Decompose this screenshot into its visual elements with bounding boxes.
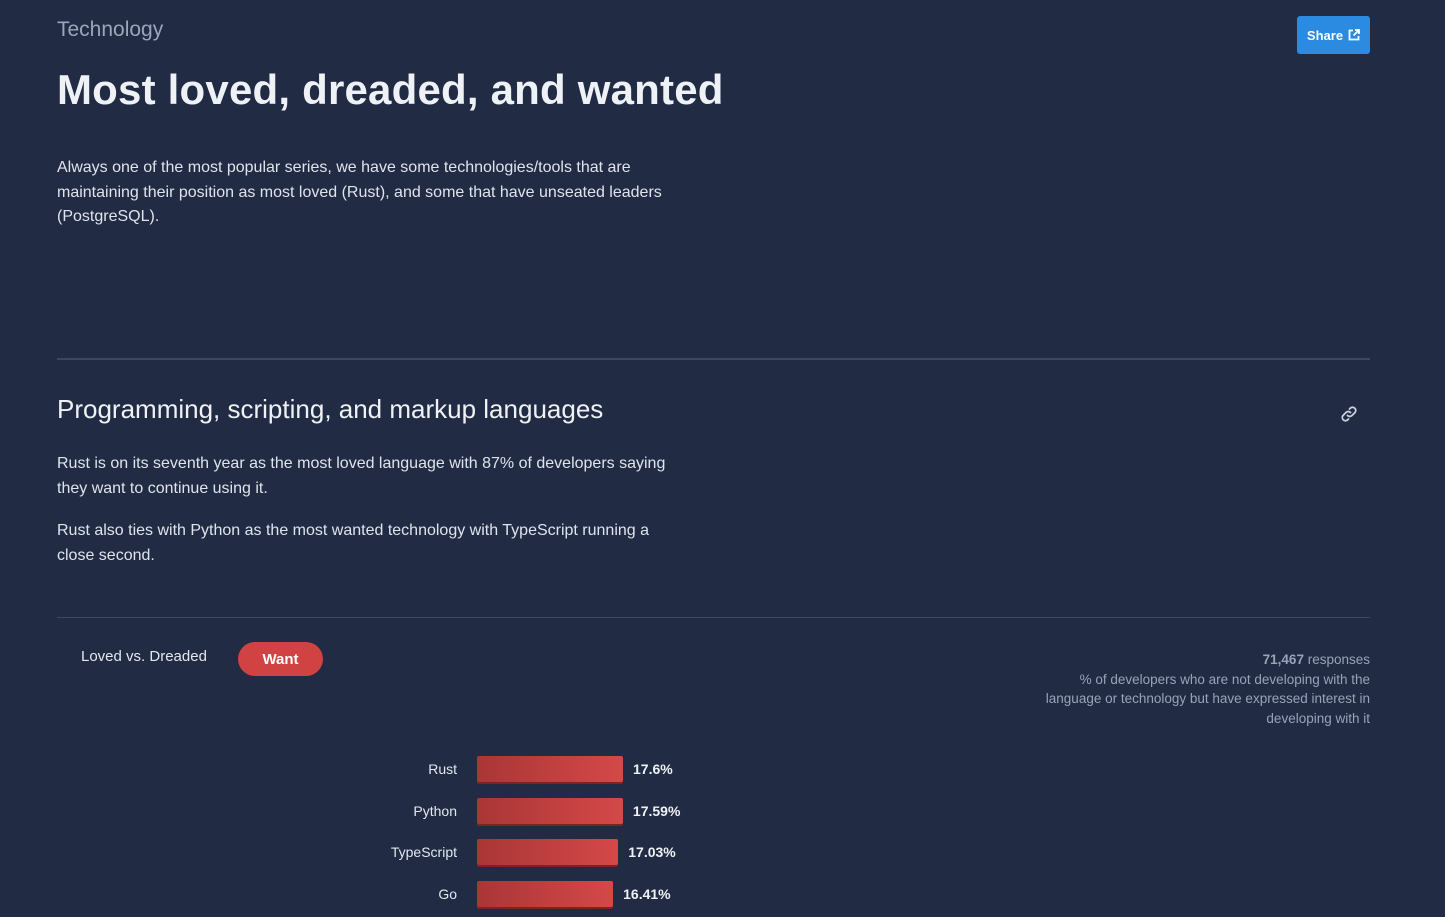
chart-category-label: Python	[413, 802, 457, 819]
chart-row: Go 16.41%	[0, 881, 800, 909]
intro-paragraph: Always one of the most popular series, w…	[57, 159, 662, 225]
chart-value-label: 16.41%	[623, 886, 671, 903]
survey-page: Technology Share Most loved, dreaded, an…	[0, 0, 1445, 917]
page-title: Most loved, dreaded, and wanted	[57, 66, 724, 113]
chart-description: % of developers who are not developing w…	[1045, 671, 1370, 726]
tab-loved-vs-dreaded[interactable]: Loved vs. Dreaded	[81, 648, 207, 665]
responses-count: 71,467	[1262, 652, 1304, 667]
subsection-paragraph: Rust also ties with Python as the most w…	[57, 522, 650, 564]
chart-row: Python 17.59%	[0, 797, 800, 826]
share-label: Share	[1306, 27, 1344, 43]
responses-line: 71,467 responses	[1030, 650, 1370, 670]
chart-divider	[57, 617, 1370, 618]
chart-category-label: Go	[438, 886, 457, 903]
chart-bar	[477, 756, 623, 782]
chart-bar	[477, 797, 623, 824]
chart-category-label: TypeScript	[390, 844, 457, 861]
chart-value-label: 17.59%	[632, 802, 681, 819]
chart-row: Rust 17.6%	[0, 756, 800, 784]
chart-meta: 71,467 responses % of developers who are…	[1030, 650, 1370, 728]
chart-bar	[477, 839, 619, 866]
chart-row: TypeScript 17.03%	[0, 839, 800, 867]
external-link-icon	[1348, 29, 1360, 41]
section-divider	[57, 358, 1370, 360]
subsection-paragraph: Rust is on its seventh year as the most …	[57, 455, 666, 497]
chart-bar	[477, 881, 614, 908]
share-button[interactable]: Share	[1297, 16, 1370, 54]
responses-label: responses	[1303, 652, 1370, 667]
subsection-title: Programming, scripting, and markup langu…	[57, 394, 604, 424]
chart-category-label: Rust	[428, 761, 457, 777]
tab-want[interactable]: Want	[238, 642, 323, 676]
chart-value-label: 17.6%	[633, 761, 673, 777]
chart-value-label: 17.03%	[628, 844, 676, 861]
permalink-icon[interactable]	[1338, 403, 1360, 425]
section-kicker: Technology	[57, 18, 164, 41]
